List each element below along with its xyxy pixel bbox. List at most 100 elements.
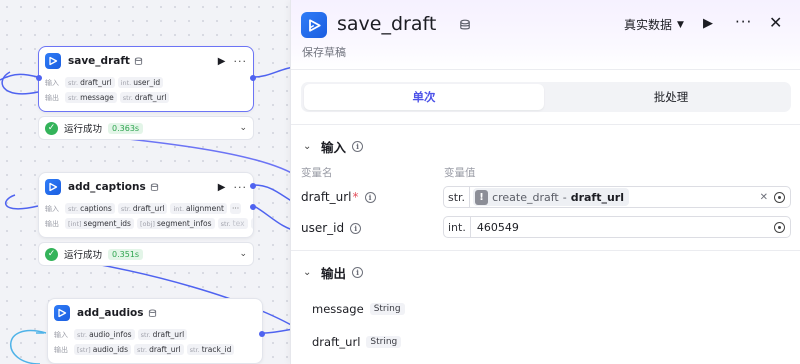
output-port[interactable] — [250, 204, 256, 210]
output-param-chip: str. tex — [217, 218, 248, 229]
output-type-badge: String — [369, 303, 405, 315]
output-param-chip: str. draft_url — [119, 92, 170, 103]
output-param-chip: [int] segment_ids — [65, 218, 134, 229]
node-title: save_draft — [68, 55, 130, 67]
node-outputs-row: 输出 [str] audio_ids str. draft_url str. trac… — [48, 342, 262, 357]
run-status-bar[interactable]: ✓ 运行成功 0.363s ⌄ — [38, 116, 254, 140]
run-node-play-icon[interactable]: ▶ — [218, 182, 226, 193]
node-inputs-row: 输入 str. audio_infos str. draft_url — [48, 327, 262, 342]
workflow-node-add-audios[interactable]: add_audios 输入 str. audio_infos str. draft_… — [47, 298, 265, 364]
outputs-label: 输出 — [45, 219, 59, 228]
info-icon[interactable]: i — [364, 191, 376, 203]
output-name: draft_url — [312, 335, 361, 349]
input-port[interactable] — [36, 75, 42, 81]
param-name-draft-url: draft_url * i — [301, 190, 376, 204]
run-node-play-icon[interactable]: ▶ — [218, 56, 226, 67]
inputs-label: 输入 — [45, 78, 59, 87]
user-id-value-field[interactable]: int. 460549 — [443, 216, 791, 238]
input-param-chip: int. alignment — [170, 203, 227, 214]
clear-icon[interactable]: ✕ — [760, 192, 768, 203]
node-detail-panel: save_draft 保存草稿 真实数据 ▼ ▶ ··· ✕ 单次 批处理 ⌄ … — [290, 0, 800, 364]
data-mode-value: 真实数据 — [624, 18, 673, 32]
ref-separator: - — [562, 190, 567, 204]
ref-variable: draft_url — [570, 190, 624, 204]
close-icon[interactable]: ✕ — [769, 13, 782, 32]
node-more-icon[interactable]: ··· — [234, 181, 248, 194]
plugin-logo-icon — [301, 12, 327, 38]
input-param-chip: int. user_id — [117, 77, 164, 88]
data-mode-select[interactable]: 真实数据 ▼ — [624, 16, 684, 33]
info-icon[interactable]: i — [350, 222, 362, 234]
output-param-message: message String — [312, 302, 405, 316]
check-circle-icon: ✓ — [45, 121, 58, 135]
output-param-chip: str. track_id — [186, 344, 235, 355]
draft-url-value-field[interactable]: str. ! create_draft - draft_url ✕ — [443, 186, 791, 208]
run-play-icon[interactable]: ▶ — [703, 16, 713, 31]
target-icon[interactable] — [774, 221, 785, 233]
output-port[interactable] — [250, 183, 256, 189]
required-marker: * — [352, 190, 359, 204]
workflow-node-add-captions[interactable]: add_captions ▶ ··· 输入 str. captions str. d… — [38, 172, 256, 238]
node-more-icon[interactable]: ··· — [234, 55, 248, 68]
more-params-chip[interactable]: ··· — [250, 218, 253, 229]
more-params-chip[interactable]: ··· — [229, 203, 242, 214]
ref-source-node: create_draft — [492, 190, 559, 204]
run-mode-tabs: 单次 批处理 — [301, 82, 791, 112]
chevron-down-icon: ⌄ — [303, 141, 312, 152]
variable-reference-chip[interactable]: ! create_draft - draft_url — [473, 188, 629, 206]
tab-batch[interactable]: 批处理 — [551, 84, 791, 110]
output-name: message — [312, 302, 364, 316]
output-section-header[interactable]: ⌄ 输出 i — [303, 263, 364, 282]
node-outputs-row: 输出 str. message str. draft_url — [39, 90, 253, 105]
info-icon[interactable]: i — [352, 267, 364, 278]
input-param-chip: str. draft_url — [65, 77, 115, 88]
connection-wire — [5, 194, 39, 210]
input-param-chip: str. captions — [65, 203, 115, 214]
output-port[interactable] — [259, 331, 265, 337]
run-status-bar[interactable]: ✓ 运行成功 0.351s ⌄ — [38, 242, 254, 266]
input-param-chip: str. audio_infos — [74, 329, 135, 340]
panel-header: save_draft 保存草稿 真实数据 ▼ ▶ ··· ✕ — [291, 0, 800, 70]
outputs-label: 输出 — [45, 93, 59, 102]
target-icon[interactable] — [774, 191, 785, 203]
output-param-chip: str. draft_url — [133, 344, 184, 355]
node-title: add_audios — [77, 307, 144, 319]
plugin-logo-icon — [45, 179, 61, 195]
output-port[interactable] — [250, 75, 256, 81]
chevron-down-icon: ⌄ — [303, 267, 312, 278]
status-text: 运行成功 — [64, 250, 103, 261]
type-label: int. — [444, 217, 471, 237]
output-type-badge: String — [366, 336, 402, 348]
user-id-value[interactable]: 460549 — [477, 221, 519, 234]
output-param-chip: [obj] segment_infos — [136, 218, 215, 229]
panel-description: 保存草稿 — [302, 46, 346, 59]
status-text: 运行成功 — [64, 124, 103, 135]
more-icon[interactable]: ··· — [735, 13, 752, 31]
divider — [291, 124, 800, 125]
tab-single[interactable]: 单次 — [304, 84, 544, 110]
run-time-badge: 0.351s — [108, 248, 144, 260]
info-icon[interactable]: i — [352, 141, 364, 152]
inputs-label: 输入 — [45, 204, 59, 213]
chevron-down-icon[interactable]: ⌄ — [239, 123, 247, 133]
section-label: 输出 — [321, 266, 347, 281]
section-label: 输入 — [321, 140, 347, 155]
warning-icon: ! — [475, 189, 489, 205]
column-header-name: 变量名 — [301, 167, 333, 179]
outputs-label: 输出 — [54, 345, 68, 354]
database-icon — [460, 19, 470, 30]
divider — [291, 250, 800, 251]
workflow-node-save-draft[interactable]: save_draft ▶ ··· 输入 str. draft_url int. us… — [36, 46, 256, 112]
input-param-chip: str. draft_url — [137, 329, 188, 340]
check-circle-icon: ✓ — [45, 247, 58, 261]
output-param-chip: str. message — [65, 92, 117, 103]
workflow-canvas[interactable]: save_draft ▶ ··· 输入 str. draft_url int. us… — [0, 0, 300, 364]
node-outputs-row: 输出 [int] segment_ids [obj] segment_infos s… — [39, 216, 253, 231]
type-label: str. — [444, 187, 471, 207]
connection-wire — [10, 330, 47, 364]
input-section-header[interactable]: ⌄ 输入 i — [303, 137, 364, 156]
plugin-logo-icon — [45, 53, 61, 69]
panel-title: save_draft — [337, 13, 437, 35]
chevron-down-icon[interactable]: ⌄ — [239, 249, 247, 259]
input-param-chip: str. draft_url — [117, 203, 168, 214]
